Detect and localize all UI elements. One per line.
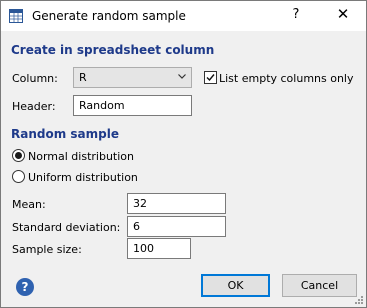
header-field[interactable]: Random	[73, 95, 192, 116]
normal-distribution-radio[interactable]	[12, 149, 25, 162]
mean-field[interactable]: 32	[127, 193, 226, 214]
column-select-value: R	[79, 71, 87, 84]
sd-label: Standard deviation:	[12, 221, 121, 234]
close-button[interactable]: ✕	[328, 5, 358, 25]
column-label: Column:	[12, 72, 58, 85]
title-help-button[interactable]: ?	[284, 7, 308, 25]
cancel-button[interactable]: Cancel	[282, 274, 357, 297]
help-icon[interactable]: ?	[16, 278, 34, 296]
window-title: Generate random sample	[32, 9, 186, 23]
check-icon	[206, 74, 215, 82]
empty-columns-checkbox[interactable]	[204, 71, 217, 84]
dialog-window: Generate random sample ? ✕ Create in spr…	[0, 0, 367, 308]
chevron-down-icon	[178, 74, 186, 79]
ok-button[interactable]: OK	[201, 274, 270, 297]
mean-label: Mean:	[12, 198, 46, 211]
sd-field[interactable]: 6	[127, 216, 226, 237]
empty-columns-label[interactable]: List empty columns only	[219, 72, 354, 85]
title-bar: Generate random sample ? ✕	[1, 1, 366, 31]
spreadsheet-app-icon	[9, 9, 23, 23]
uniform-distribution-label[interactable]: Uniform distribution	[28, 171, 138, 184]
sample-size-field[interactable]: 100	[127, 238, 191, 259]
column-select[interactable]: R	[73, 67, 192, 88]
resize-grip-icon[interactable]	[354, 295, 364, 305]
radio-selected-dot	[15, 152, 22, 159]
sample-size-label: Sample size:	[12, 243, 82, 256]
random-sample-section-heading: Random sample	[11, 127, 119, 141]
spreadsheet-section-heading: Create in spreadsheet column	[11, 43, 215, 57]
normal-distribution-label[interactable]: Normal distribution	[28, 150, 134, 163]
uniform-distribution-radio[interactable]	[12, 170, 25, 183]
header-label: Header:	[12, 100, 56, 113]
